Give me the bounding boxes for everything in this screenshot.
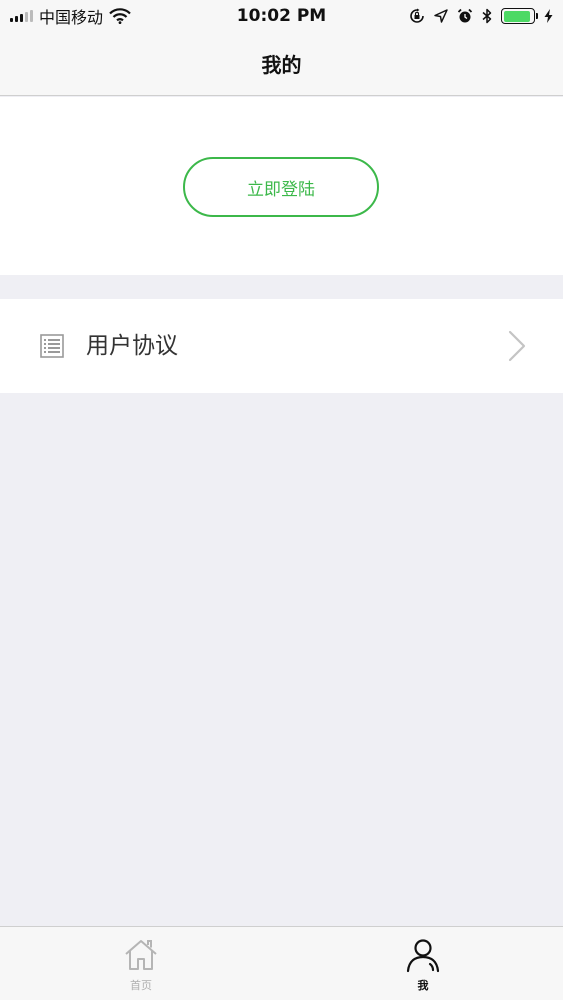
user-icon <box>406 939 440 973</box>
alarm-icon <box>457 8 473 23</box>
status-bar: 中国移动 10:02 PM <box>0 0 563 32</box>
chevron-right-icon <box>508 330 526 362</box>
tab-home-label: 首页 <box>130 979 152 992</box>
battery-level-fill <box>503 10 530 22</box>
bluetooth-icon <box>482 8 492 24</box>
charging-bolt-icon <box>544 9 553 23</box>
tab-bar: 首页 我 <box>0 926 563 1000</box>
tab-me[interactable]: 我 <box>383 927 463 1000</box>
login-section: 立即登陆 <box>0 97 563 275</box>
login-button[interactable]: 立即登陆 <box>183 157 379 217</box>
orientation-lock-icon <box>410 8 424 23</box>
menu-item-user-agreement[interactable]: 用户协议 <box>0 299 563 393</box>
menu-item-label: 用户协议 <box>86 333 178 359</box>
status-left: 中国移动 <box>10 4 131 28</box>
home-icon <box>125 940 157 970</box>
carrier-name: 中国移动 <box>39 8 104 27</box>
location-arrow-icon <box>434 9 448 23</box>
document-list-icon <box>40 334 64 358</box>
wifi-icon <box>109 8 131 24</box>
status-right <box>409 8 553 24</box>
tab-me-label: 我 <box>417 979 429 992</box>
battery-icon <box>501 8 538 24</box>
nav-bar: 我的 <box>0 32 563 96</box>
signal-icon <box>10 10 33 22</box>
tab-home[interactable]: 首页 <box>101 927 181 1000</box>
page-title: 我的 <box>261 53 302 77</box>
